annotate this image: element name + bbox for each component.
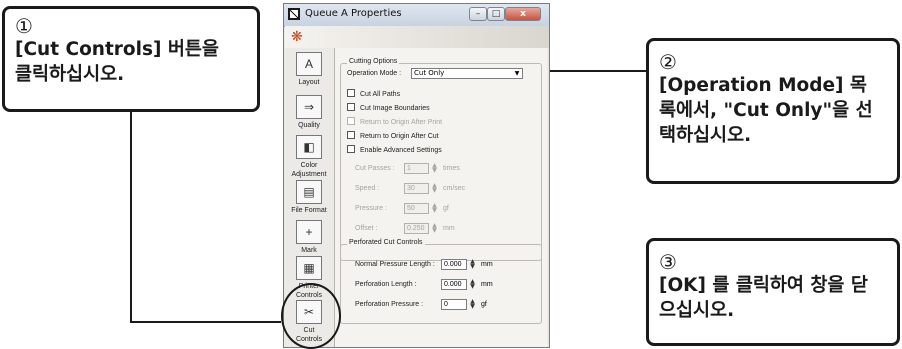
color-adjustment-icon: ◧: [296, 135, 322, 159]
cut-passes-label: Cut Passes :: [355, 165, 395, 172]
sidebar-item-mark[interactable]: + Mark: [286, 220, 332, 255]
checkbox-return-origin-after-cut[interactable]: Return to Origin After Cut: [347, 131, 439, 140]
sidebar-item-color-adjustment[interactable]: ◧ Color Adjustment: [286, 135, 332, 179]
normal-pressure-length-label: Normal Pressure Length :: [355, 261, 435, 268]
spin-arrows-icon: ▲ ▼: [432, 222, 437, 234]
printer-controls-icon: ▦: [296, 256, 322, 280]
checkbox-box: [347, 117, 355, 125]
spin-arrows-icon[interactable]: ▲ ▼: [468, 259, 477, 270]
step-number: ③: [659, 250, 677, 274]
cut-passes-unit: times: [443, 165, 460, 172]
checkbox-label: Cut All Paths: [360, 91, 401, 98]
operation-mode-dropdown[interactable]: Cut Only ▼: [411, 68, 523, 79]
perforation-length-unit: mm: [481, 281, 493, 288]
perforation-pressure-label: Perforation Pressure :: [355, 301, 424, 308]
close-button[interactable]: x: [505, 7, 541, 21]
sidebar-item-file-format[interactable]: ▤ File Format: [286, 180, 332, 215]
sidebar-item-label: Color Adjustment: [291, 162, 327, 178]
perforated-cut-controls-group: Perforated Cut Controls Normal Pressure …: [340, 239, 542, 324]
normal-pressure-length-field[interactable]: 0.000: [441, 259, 467, 270]
callout-step-3: ③ [OK] 를 클릭하여 창을 닫 으십시오.: [646, 238, 900, 346]
mark-icon: +: [296, 220, 322, 244]
checkbox-label: Return to Origin After Print: [360, 119, 443, 126]
pressure-label: Pressure :: [355, 205, 387, 212]
maximize-button[interactable]: □: [487, 7, 505, 21]
normal-pressure-length-unit: mm: [481, 261, 493, 268]
header-banner: ❋: [285, 26, 549, 48]
sidebar-item-label: Quality: [298, 122, 320, 129]
checkbox-box[interactable]: [347, 89, 355, 97]
spin-arrows-icon: ▲ ▼: [432, 202, 437, 214]
checkbox-label: Enable Advanced Settings: [360, 147, 442, 154]
step-number: ②: [659, 50, 677, 74]
cut-passes-field: 1: [404, 163, 429, 174]
checkbox-box[interactable]: [347, 103, 355, 111]
connector-line-1-vertical: [130, 112, 132, 323]
connector-line-1-horizontal: [130, 321, 281, 323]
group-title: Cutting Options: [347, 58, 400, 65]
checkbox-label: Return to Origin After Cut: [360, 133, 439, 140]
offset-field: 0.250: [404, 223, 429, 234]
spin-arrows-icon[interactable]: ▲ ▼: [468, 279, 477, 290]
window-title: Queue A Properties: [305, 8, 402, 19]
checkbox-box[interactable]: [347, 145, 355, 153]
pressure-unit: gf: [443, 205, 449, 212]
file-format-icon: ▤: [296, 180, 322, 204]
cut-controls-panel: Cutting Options Operation Mode : Cut Onl…: [334, 48, 547, 347]
perforation-length-field[interactable]: 0.000: [441, 279, 467, 290]
sidebar-item-label: Mark: [301, 247, 317, 254]
title-bar: Queue A Properties – □ x: [284, 4, 549, 27]
step-number: ①: [15, 14, 33, 38]
checkbox-box[interactable]: [347, 131, 355, 139]
spin-arrows-icon: ▲ ▼: [432, 162, 437, 174]
layout-icon: A: [296, 52, 322, 76]
sidebar-item-quality[interactable]: ⇒ Quality: [286, 95, 332, 130]
perforation-pressure-field[interactable]: 0: [441, 299, 467, 310]
step-instruction: [Operation Mode] 목 록에서, "Cut Only"을 선 택하…: [659, 75, 873, 146]
app-icon: [288, 8, 300, 20]
speed-unit: cm/sec: [443, 185, 466, 192]
brand-logo-icon: ❋: [291, 29, 303, 45]
checkbox-cut-image-boundaries[interactable]: Cut Image Boundaries: [347, 103, 430, 112]
group-title: Perforated Cut Controls: [347, 239, 425, 246]
speed-label: Speed :: [355, 185, 380, 192]
speed-field: 30: [404, 183, 429, 194]
quality-icon: ⇒: [296, 95, 322, 119]
chevron-down-icon: ▼: [514, 70, 520, 77]
checkbox-cut-all-paths[interactable]: Cut All Paths: [347, 89, 400, 98]
checkbox-label: Cut Image Boundaries: [360, 105, 430, 112]
operation-mode-value: Cut Only: [414, 69, 445, 77]
perforation-pressure-unit: gf: [481, 301, 487, 308]
spin-arrows-icon: ▲ ▼: [432, 182, 437, 194]
callout-step-1: ① [Cut Controls] 버튼을 클릭하십시오.: [2, 6, 260, 112]
checkbox-return-origin-after-print: Return to Origin After Print: [347, 117, 442, 126]
callout-step-2: ② [Operation Mode] 목 록에서, "Cut Only"을 선 …: [646, 38, 900, 184]
sidebar-item-label: Layout: [298, 79, 320, 86]
offset-unit: mm: [443, 225, 455, 232]
spin-arrows-icon[interactable]: ▲ ▼: [468, 299, 477, 310]
checkbox-enable-advanced-settings[interactable]: Enable Advanced Settings: [347, 145, 442, 154]
minimize-button[interactable]: –: [469, 7, 487, 21]
sidebar-item-label: File Format: [291, 207, 327, 214]
perforation-length-label: Perforation Length :: [355, 281, 417, 288]
step-instruction: [OK] 를 클릭하여 창을 닫 으십시오.: [659, 275, 868, 321]
sidebar-item-layout[interactable]: A Layout: [286, 52, 332, 87]
pressure-field: 50: [404, 203, 429, 214]
cutting-options-group: Cutting Options Operation Mode : Cut Onl…: [340, 58, 542, 261]
step-instruction: [Cut Controls] 버튼을 클릭하십시오.: [15, 39, 219, 85]
operation-mode-label: Operation Mode :: [347, 70, 402, 77]
cut-controls-highlight: [281, 283, 341, 349]
offset-label: Offset :: [355, 225, 378, 232]
